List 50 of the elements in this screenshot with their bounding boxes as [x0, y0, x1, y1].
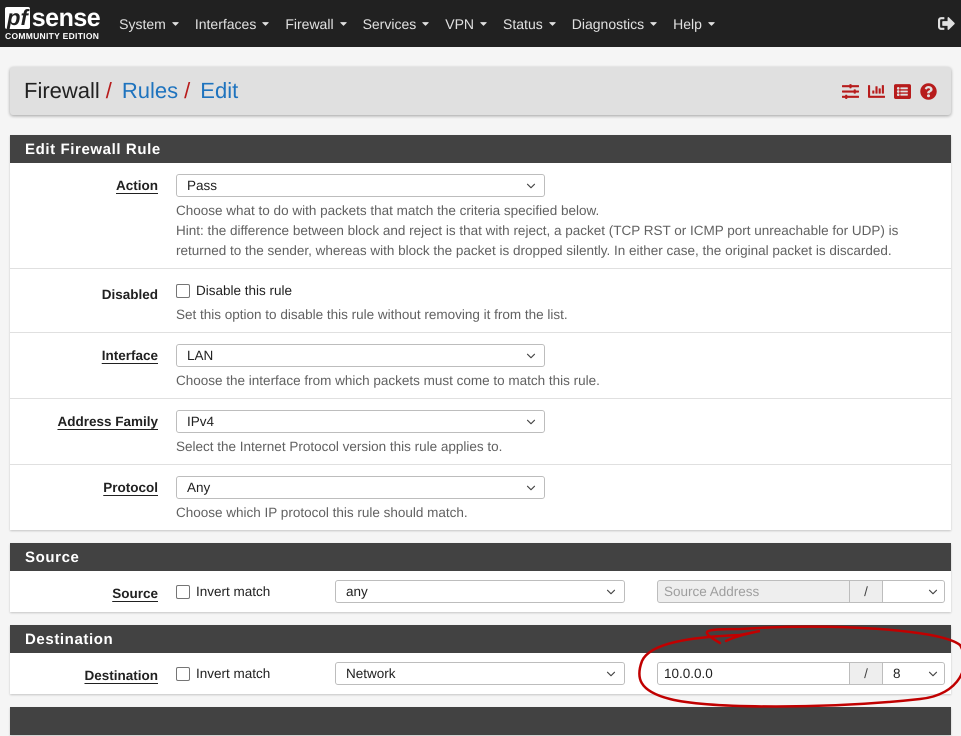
field-label: Address Family	[57, 413, 158, 431]
breadcrumb-separator: /	[106, 78, 112, 104]
select-field[interactable]: Network	[335, 662, 625, 685]
panel-heading: Edit Firewall Rule	[10, 135, 951, 163]
checkbox[interactable]: Invert match	[176, 666, 335, 681]
list-icon[interactable]	[894, 82, 911, 100]
field-label: Interface	[102, 347, 158, 365]
field-label: Protocol	[103, 479, 158, 497]
address-field[interactable]: 10.0.0.0	[657, 662, 850, 685]
checkbox[interactable]: Disable this rule	[176, 283, 941, 298]
mask-select[interactable]: 8	[882, 662, 945, 685]
menu-item[interactable]: System	[112, 16, 188, 32]
help-text: Set this option to disable this rule without removing it from the list.	[176, 306, 569, 324]
menu-item[interactable]: Interfaces	[188, 16, 278, 32]
breadcrumb-link[interactable]: Edit	[200, 78, 238, 104]
field-label: Disabled	[102, 286, 158, 304]
help-icon[interactable]	[920, 82, 937, 100]
help-text: Choose the interface from which packets must come to match this rule.	[176, 372, 601, 390]
menu-item[interactable]: Services	[356, 16, 438, 32]
input-addon: /	[850, 580, 882, 603]
field-label: Destination	[84, 667, 158, 685]
logo-text[interactable]: sense	[32, 6, 100, 30]
menu-item[interactable]: Firewall	[278, 16, 356, 32]
field-label: Action	[116, 177, 158, 195]
panel-heading: Source	[10, 543, 951, 571]
select-field[interactable]: IPv4	[176, 410, 545, 433]
select-field[interactable]: any	[335, 580, 625, 603]
help-text: Choose what to do with packets that match the criteria specified below.	[176, 202, 600, 220]
select-field[interactable]: LAN	[176, 344, 545, 367]
select-field[interactable]: Pass	[176, 174, 545, 197]
logo-mark[interactable]: pf	[5, 7, 30, 29]
select-field[interactable]: Any	[176, 476, 545, 499]
menu-item[interactable]: VPN	[438, 16, 496, 32]
breadcrumb-link[interactable]: Rules	[122, 78, 178, 104]
bar-chart-icon[interactable]	[868, 82, 885, 100]
breadcrumb-separator: /	[184, 78, 190, 104]
help-text: Select the Internet Protocol version this rule applies to.	[176, 438, 504, 456]
input-addon: /	[850, 662, 882, 685]
checkbox[interactable]: Invert match	[176, 584, 335, 599]
sliders-icon[interactable]	[842, 82, 859, 100]
panel-heading: Destination	[10, 625, 951, 653]
help-text: Choose which IP protocol this rule should match.	[176, 504, 469, 522]
logo-edition: COMMUNITY EDITION	[5, 31, 100, 41]
menu-item[interactable]: Status	[496, 16, 565, 32]
menu-item[interactable]: Diagnostics	[564, 16, 666, 32]
help-text: Hint: the difference between block and reject is that with reject, a packet (TCP RST or ICMP port unreachable for UDP) is returned to the sender, whereas with block the packet is dropped silently. In either case, the original packet is discarded.	[176, 222, 900, 260]
field-label: Source	[112, 585, 158, 603]
logout-icon[interactable]	[938, 15, 955, 32]
menu-item[interactable]: Help	[666, 16, 724, 32]
breadcrumb-text: Firewall	[24, 78, 100, 104]
